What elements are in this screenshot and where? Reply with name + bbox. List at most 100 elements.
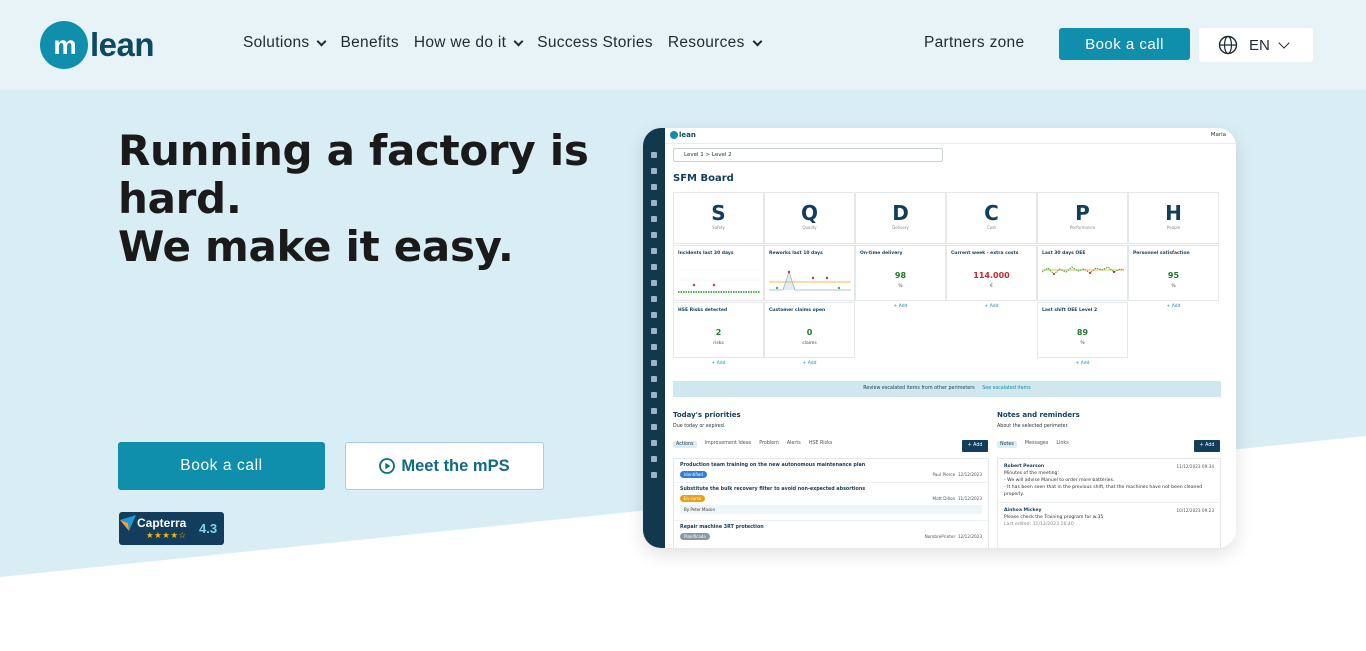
logo-text: lean: [90, 26, 155, 63]
tab-problem[interactable]: Problem: [759, 441, 779, 448]
header-book-call-button[interactable]: Book a call: [1059, 28, 1190, 60]
chevron-down-icon: [513, 36, 524, 46]
kpi-card: Last shift OEE Level 2 89 %: [1037, 302, 1128, 358]
nav-solutions[interactable]: Solutions: [243, 34, 327, 52]
notes-sub: About the selected perimeter.: [997, 424, 1069, 429]
app-logo: lean: [670, 131, 696, 139]
kpi-title: Last 30 days OEE: [1042, 251, 1086, 256]
sfm-letter-card: Q Quality: [764, 192, 855, 244]
kpi-unit: %: [1080, 341, 1085, 346]
priorities-title: Today's priorities: [673, 411, 741, 419]
tab-improvement-ideas[interactable]: Improvement Ideas: [705, 441, 752, 448]
bell-icon: [651, 376, 657, 382]
tab-hse-risks[interactable]: HSE Risks: [809, 441, 833, 448]
note-line: Minutes of the meeting:: [1004, 471, 1060, 476]
status-badge: Identified: [680, 471, 707, 478]
notes-tabs: Notes Messages Links: [997, 441, 1069, 448]
tab-notes[interactable]: Notes: [997, 441, 1017, 448]
nav-benefits-label: Benefits: [340, 34, 399, 51]
app-sidebar: [643, 128, 665, 548]
list-item[interactable]: Substitute the bulk recovery filter to a…: [674, 483, 988, 521]
reworks-mini-chart: [769, 270, 851, 291]
add-priority-button[interactable]: + Add: [962, 440, 988, 452]
main-nav: Solutions Benefits How we do it Success …: [243, 34, 776, 52]
add-kpi-link[interactable]: + Add: [855, 304, 946, 312]
list-item[interactable]: Repair machine 3RT protection NombrePrin…: [674, 521, 988, 547]
kpi-card: On-time delivery 98 %: [855, 245, 946, 301]
capterra-stars: ★★★★☆: [146, 530, 187, 540]
meet-mps-label: Meet the mPS: [401, 456, 510, 475]
app-breadcrumb: Level 1 > Level 2: [673, 148, 943, 162]
nav-resources[interactable]: Resources: [668, 34, 763, 52]
chevron-down-icon: [752, 36, 763, 46]
priorities-tabs: Actions Improvement Ideas Problem Alerts…: [673, 441, 832, 448]
file-icon: [651, 472, 657, 478]
add-kpi-link[interactable]: + Add: [1037, 361, 1128, 369]
product-screenshot: lean Maria Level 1 > Level 2 SFM Board S…: [643, 128, 1236, 548]
sfm-column-d: D Delivery On-time delivery 98 % + Add: [855, 192, 946, 312]
sfm-letter: C: [984, 201, 999, 225]
partners-zone-link[interactable]: Partners zone: [924, 34, 1024, 52]
play-circle-icon: [379, 458, 396, 474]
mlean-logo[interactable]: m lean: [40, 21, 155, 69]
tab-alerts[interactable]: Alerts: [787, 441, 801, 448]
escalated-link[interactable]: See escalated items: [982, 386, 1031, 391]
meet-mps-button[interactable]: Meet the mPS: [345, 442, 544, 490]
note-item[interactable]: Ainhoa Mickey 10/12/2023 09:23 Please ch…: [998, 503, 1220, 532]
hero-book-call-button[interactable]: Book a call: [118, 442, 325, 490]
kpi-unit: claims: [802, 341, 817, 346]
kpi-value: 2: [715, 328, 722, 337]
alert-icon: [651, 184, 657, 190]
tab-messages[interactable]: Messages: [1025, 441, 1049, 448]
capterra-score: 4.3: [199, 521, 218, 536]
kpi-card: HSE Risks detected 2 risks: [673, 302, 764, 358]
sfm-letter-card: S Safety: [673, 192, 764, 244]
logo-mark: m: [40, 21, 88, 69]
globe-icon: [1218, 35, 1238, 55]
language-selector[interactable]: EN: [1199, 28, 1313, 62]
sfm-letter: D: [892, 201, 909, 225]
add-kpi-link[interactable]: + Add: [764, 361, 855, 369]
tab-links[interactable]: Links: [1056, 441, 1068, 448]
kpi-value: 89: [1076, 328, 1089, 337]
chart-icon: [651, 280, 657, 286]
language-label: EN: [1249, 36, 1270, 54]
list-item[interactable]: Production team training on the new auto…: [674, 459, 988, 483]
kpi-title: Incidents last 30 days: [678, 251, 734, 256]
capterra-badge[interactable]: Capterra ★★★★☆ 4.3: [119, 512, 224, 545]
sfm-sub: Safety: [712, 225, 725, 230]
note-line: Please check the Training program for w.…: [1004, 515, 1104, 520]
app-logo-text: lean: [679, 131, 696, 139]
kpi-value: 98: [894, 271, 907, 280]
kpi-unit: €: [990, 284, 993, 289]
escalated-banner[interactable]: Review escalated items from other perime…: [673, 381, 1221, 397]
nav-success-label: Success Stories: [537, 34, 653, 51]
nav-benefits[interactable]: Benefits: [340, 34, 398, 52]
priorities-sub: Due today or expired.: [673, 424, 726, 429]
refresh-icon: [651, 424, 657, 430]
note-item[interactable]: Robert Pearson 11/12/2023 09:34 Minutes …: [998, 459, 1220, 503]
item-meta: Paul Pierce 12/12/2023: [932, 472, 982, 477]
kpi-title: On-time delivery: [860, 251, 903, 256]
note-line: properly.: [1004, 492, 1024, 497]
kpi-title: Last shift OEE Level 2: [1042, 308, 1098, 313]
tab-actions[interactable]: Actions: [673, 441, 697, 448]
nav-how-label: How we do it: [413, 34, 507, 51]
add-kpi-link[interactable]: + Add: [1128, 304, 1219, 312]
add-kpi-link[interactable]: + Add: [673, 361, 764, 369]
doc-icon: [651, 248, 657, 254]
sfm-sub: Quality: [802, 225, 817, 230]
add-kpi-link[interactable]: + Add: [946, 304, 1037, 312]
add-note-button[interactable]: + Add: [1194, 440, 1220, 452]
nav-success-stories[interactable]: Success Stories: [537, 34, 653, 52]
incidents-mini-chart: [678, 269, 760, 293]
notes-title: Notes and reminders: [997, 411, 1080, 419]
note-line: - It has been seen that in the previous …: [1004, 485, 1203, 490]
sfm-letter-card: P Performance: [1037, 192, 1128, 244]
kpi-card: Last 30 days OEE: [1037, 245, 1128, 301]
note-date: 11/12/2023 09:34: [1176, 464, 1214, 469]
item-assignee: By Peter Mason: [680, 505, 982, 514]
kpi-card: Current week - extra costs 114.000 €: [946, 245, 1037, 301]
sfm-column-p: P Performance Last 30 days OEE Last shif…: [1037, 192, 1128, 369]
nav-how-we-do-it[interactable]: How we do it: [413, 34, 524, 52]
